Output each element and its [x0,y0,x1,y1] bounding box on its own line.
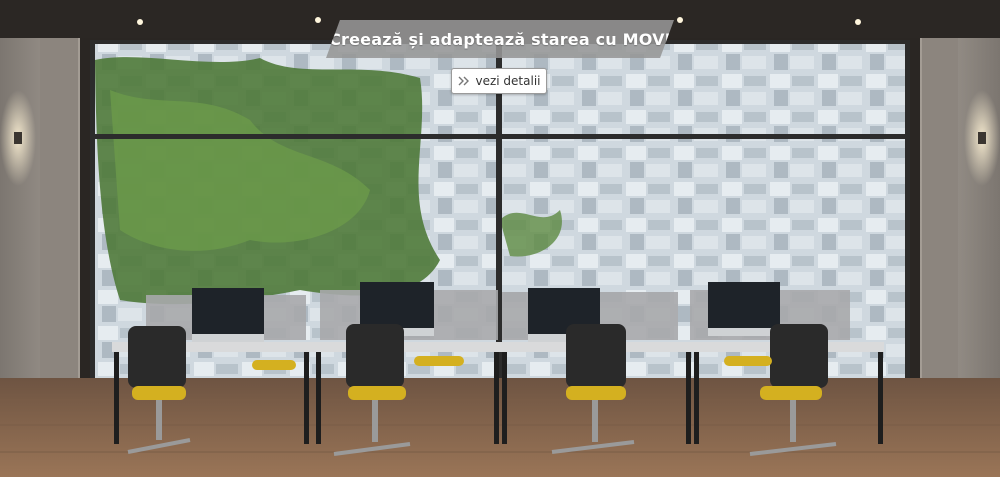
hero-banner: Creează și adaptează starea cu MOVI [326,20,674,58]
hero-headline: Creează și adaptează starea cu MOVI [329,29,671,49]
view-details-button[interactable]: vezi detalii [451,68,547,94]
view-details-label: vezi detalii [475,74,541,88]
double-chevron-right-icon [458,76,469,86]
hero-slider: Creează și adaptează starea cu MOVI vezi… [0,0,1000,477]
